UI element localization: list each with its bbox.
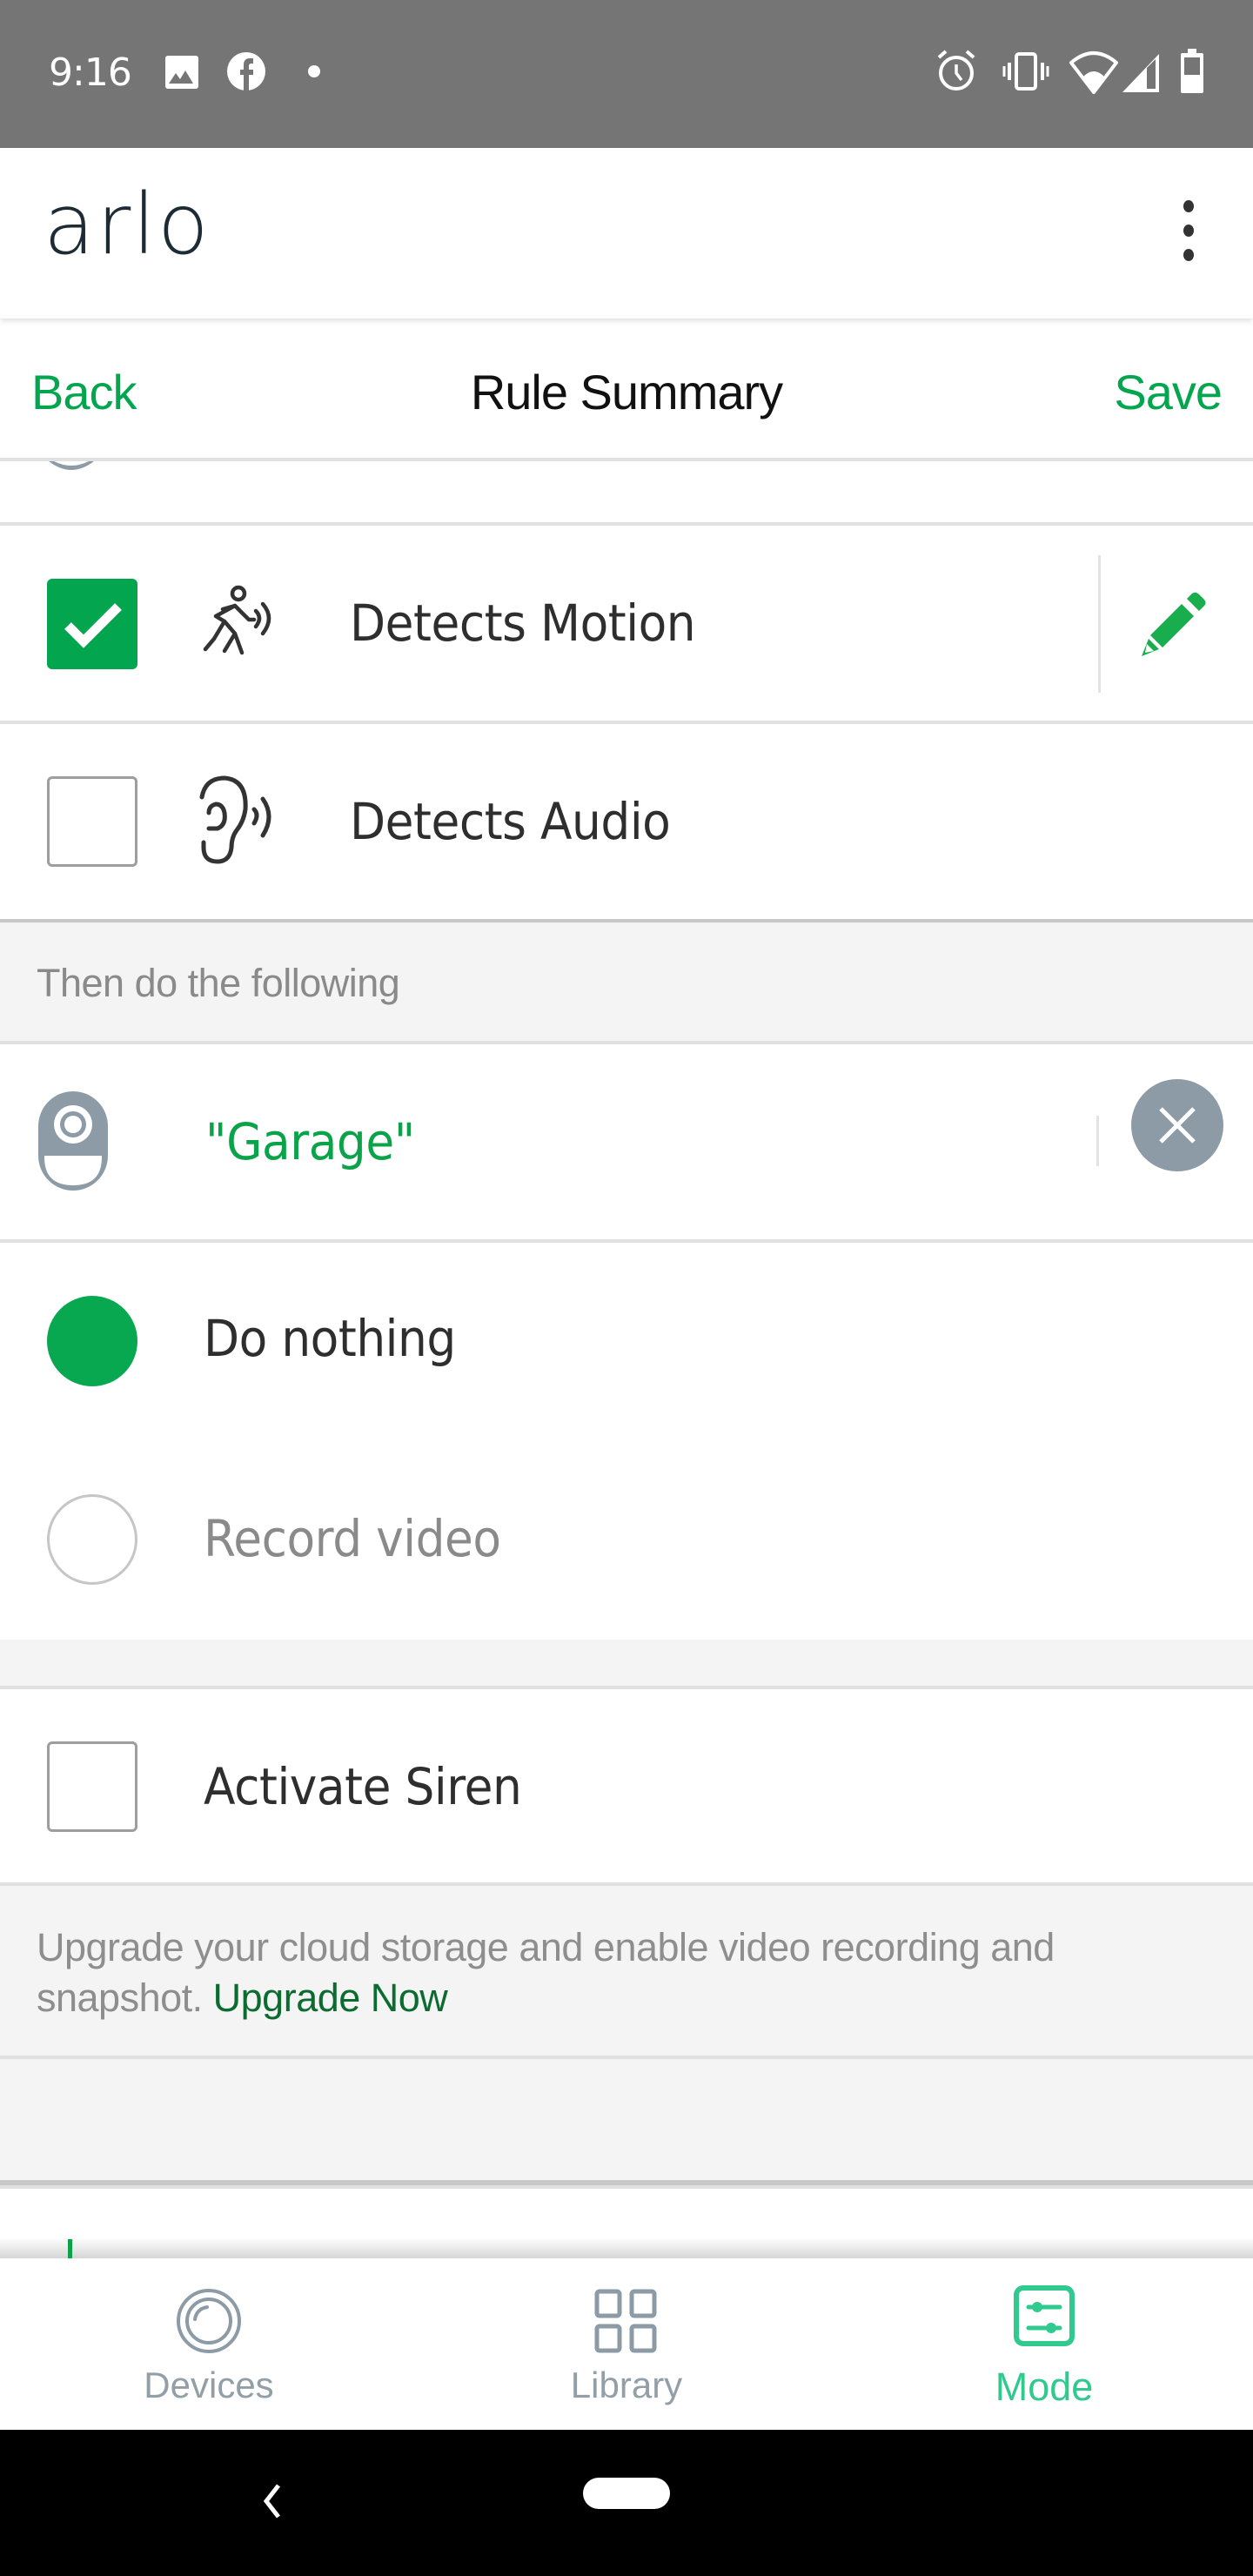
trigger-row-motion[interactable]: Detects Motion — [0, 526, 1253, 721]
siren-checkbox[interactable] — [47, 1741, 137, 1832]
bottom-nav: Devices Library Mode — [0, 2258, 1253, 2430]
checkmark-icon — [64, 603, 122, 648]
mode-sliders-icon — [1014, 2285, 1075, 2346]
gallery-icon — [165, 56, 198, 89]
nav-mode[interactable]: Mode — [835, 2258, 1253, 2430]
nav-library[interactable]: Library — [418, 2258, 835, 2430]
ear-audio-icon — [199, 775, 271, 864]
upgrade-text: Upgrade your cloud storage and enable vi… — [37, 1922, 1220, 2023]
nav-label: Library — [570, 2365, 683, 2405]
wifi-icon — [1069, 51, 1118, 94]
signal-icon — [1122, 54, 1159, 92]
motion-icon — [203, 585, 271, 655]
vibrate-icon — [1002, 52, 1049, 91]
motion-checkbox[interactable] — [47, 579, 137, 669]
vertical-separator — [1096, 1116, 1099, 1166]
spacer — [0, 2059, 1253, 2181]
device-row-garage[interactable]: "Garage" — [0, 1044, 1253, 1240]
close-icon[interactable] — [1131, 1079, 1223, 1171]
partial-row — [0, 461, 1253, 523]
option-record-video[interactable]: Record video — [0, 1441, 1253, 1640]
partial-camera-icon — [49, 461, 94, 470]
upgrade-now-link[interactable]: Upgrade Now — [213, 1976, 448, 2020]
camera-icon — [38, 1091, 108, 1191]
system-home-button[interactable] — [583, 2478, 670, 2509]
section-header: Then do the following — [0, 922, 1253, 1043]
save-button[interactable]: Save — [1114, 364, 1223, 420]
pencil-icon[interactable] — [1138, 587, 1211, 660]
divider — [0, 458, 1253, 461]
spacer — [0, 1640, 1253, 1687]
option-do-nothing[interactable]: Do nothing — [0, 1243, 1253, 1441]
app-header: arlo — [0, 148, 1253, 319]
do-nothing-radio[interactable] — [47, 1296, 137, 1386]
facebook-icon — [227, 52, 265, 91]
system-nav-bar — [0, 2430, 1253, 2576]
audio-checkbox[interactable] — [47, 776, 137, 867]
battery-icon — [1181, 49, 1203, 93]
devices-icon — [177, 2289, 241, 2353]
nav-label: Devices — [144, 2365, 274, 2405]
device-name: "Garage" — [205, 1112, 415, 1171]
upgrade-notice: Upgrade your cloud storage and enable vi… — [0, 1886, 1253, 2056]
siren-row[interactable]: Activate Siren — [0, 1689, 1253, 1882]
alarm-icon — [937, 50, 975, 91]
partial-row — [0, 2189, 1253, 2258]
trigger-row-audio[interactable]: Detects Audio — [0, 724, 1253, 919]
status-time: 9:16 — [49, 50, 132, 95]
option-label: Record video — [204, 1509, 501, 1568]
trigger-label: Detects Motion — [350, 594, 696, 653]
notification-dot-icon — [308, 65, 320, 77]
vertical-separator — [1098, 555, 1101, 693]
partial-indicator — [68, 2239, 72, 2258]
sub-header: Back Rule Summary Save — [0, 319, 1253, 460]
more-vert-icon[interactable] — [1170, 200, 1205, 261]
system-back-icon[interactable] — [261, 2482, 282, 2520]
siren-label: Activate Siren — [204, 1757, 522, 1816]
library-grid-icon — [594, 2289, 657, 2353]
record-video-radio[interactable] — [47, 1494, 137, 1585]
nav-label: Mode — [995, 2365, 1094, 2409]
upgrade-message: Upgrade your cloud storage and enable vi… — [37, 1925, 1055, 2020]
nav-devices[interactable]: Devices — [0, 2258, 418, 2430]
arlo-logo: arlo — [44, 176, 211, 273]
status-bar: 9:16 — [0, 0, 1253, 148]
section-header-text: Then do the following — [37, 961, 400, 1005]
page-title: Rule Summary — [470, 365, 783, 419]
trigger-label: Detects Audio — [350, 792, 671, 851]
option-label: Do nothing — [204, 1309, 456, 1368]
